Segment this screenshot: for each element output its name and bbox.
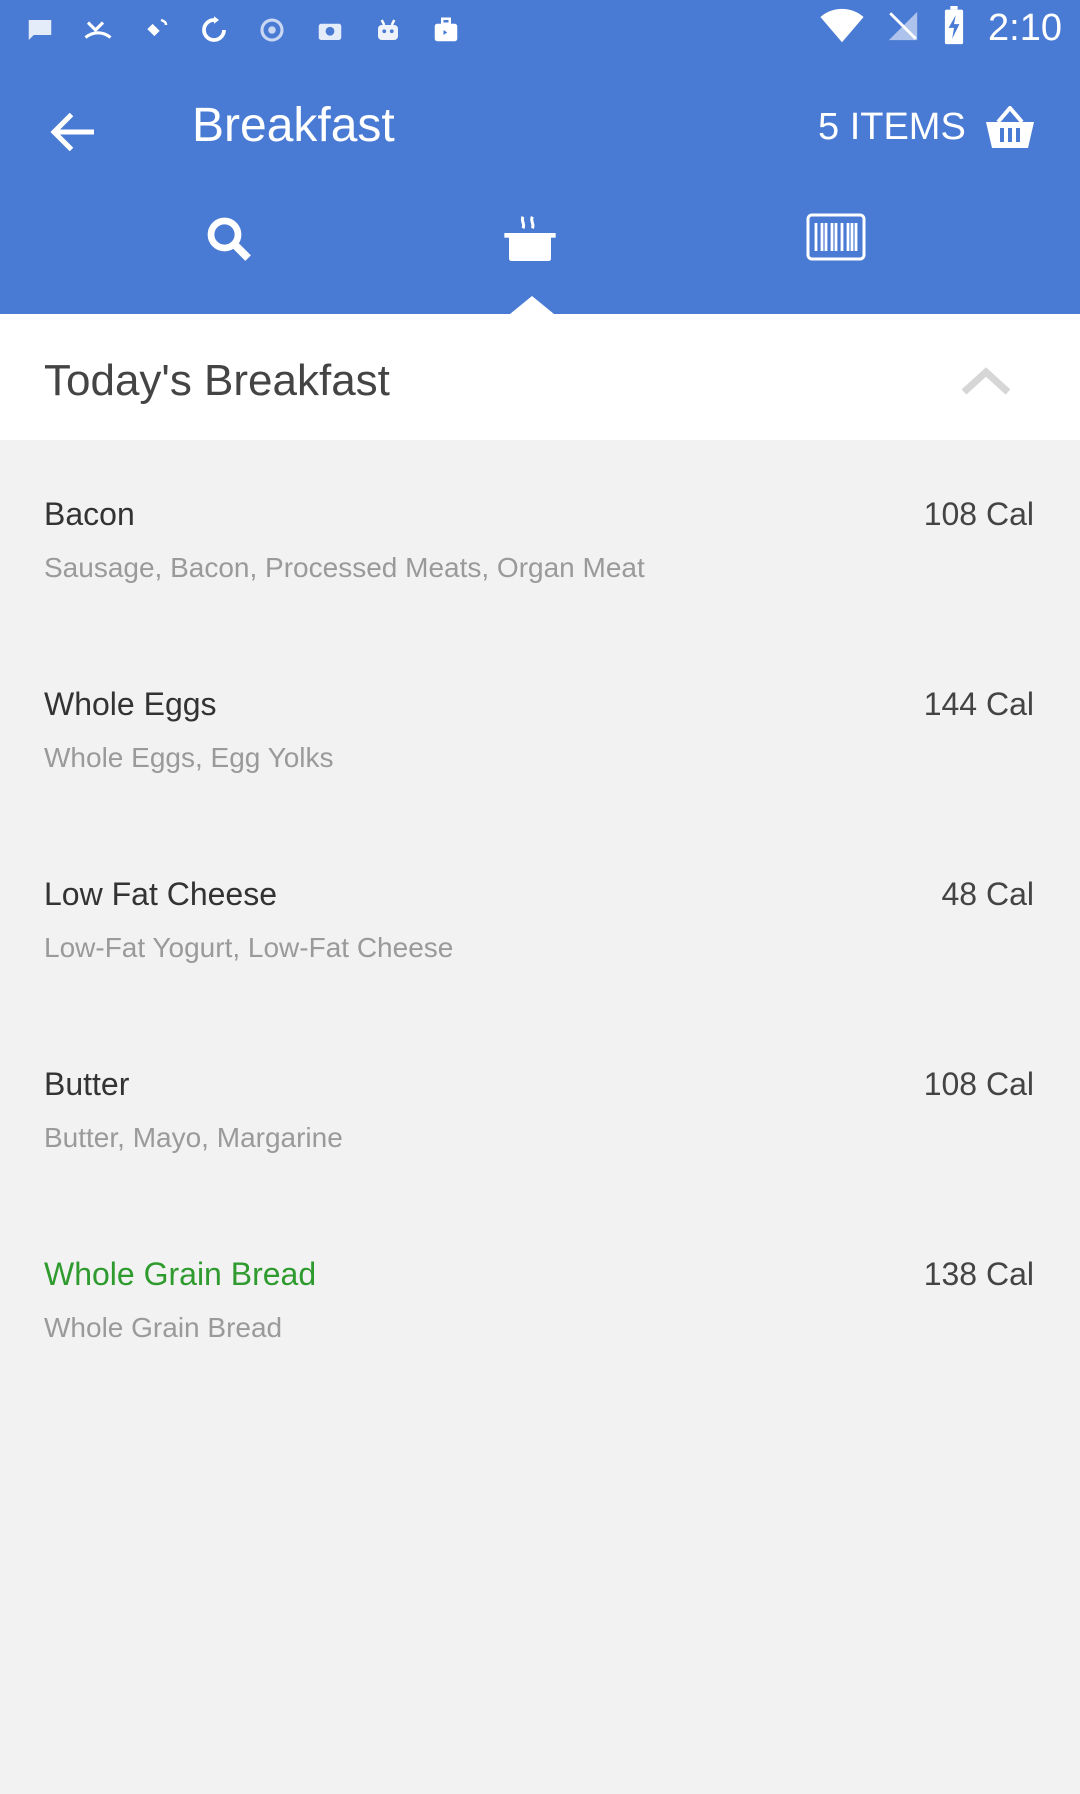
food-name: Whole Eggs [44,686,217,722]
list-item[interactable]: Whole Eggs Whole Eggs, Egg Yolks 144 Cal [0,686,1080,786]
system-icons: 2:10 [820,6,1062,50]
clock: 2:10 [988,6,1062,49]
camera-icon [310,10,350,50]
briefcase-icon [426,10,466,50]
items-count[interactable]: 5 ITEMS [818,106,966,149]
food-category: Whole Eggs, Egg Yolks [44,742,334,773]
basket-icon[interactable] [984,104,1036,150]
section-header[interactable]: Today's Breakfast [0,314,1080,440]
missed-call-icon [78,10,118,50]
food-calories: 144 Cal [923,686,1034,722]
food-name: Whole Grain Bread [44,1256,317,1292]
food-category: Low-Fat Yogurt, Low-Fat Cheese [44,932,454,963]
food-category: Butter, Mayo, Margarine [44,1122,343,1153]
food-calories: 138 Cal [923,1256,1034,1292]
active-tab-indicator [510,296,554,314]
list-item[interactable]: Whole Grain Bread Whole Grain Bread 138 … [0,1256,1080,1356]
barcode-icon[interactable] [806,212,866,266]
pot-icon[interactable] [502,212,562,266]
list-item[interactable]: Low Fat Cheese Low-Fat Yogurt, Low-Fat C… [0,876,1080,976]
sync-icon [194,10,234,50]
search-icon[interactable] [202,212,262,266]
status-bar: 2:10 [0,0,1080,62]
list-item[interactable]: Bacon Sausage, Bacon, Processed Meats, O… [0,496,1080,596]
back-arrow-icon[interactable] [44,102,104,162]
chevron-up-icon[interactable] [958,362,1014,398]
food-name: Bacon [44,496,135,532]
battery-charging-icon [942,6,966,50]
food-name: Low Fat Cheese [44,876,278,912]
notification-icons [20,10,466,50]
food-calories: 108 Cal [923,496,1034,532]
food-category: Sausage, Bacon, Processed Meats, Organ M… [44,552,645,583]
satellite-icon [136,10,176,50]
wifi-icon [820,8,864,48]
list-item[interactable]: Butter Butter, Mayo, Margarine 108 Cal [0,1066,1080,1166]
food-name: Butter [44,1066,130,1102]
message-icon [20,10,60,50]
food-category: Whole Grain Bread [44,1312,283,1343]
app-header: Breakfast 5 ITEMS [0,62,1080,314]
page-title: Breakfast [192,99,395,152]
no-signal-icon [886,9,920,47]
food-calories: 48 Cal [941,876,1035,912]
android-icon [368,10,408,50]
settings-icon [252,10,292,50]
section-title: Today's Breakfast [44,356,390,405]
food-calories: 108 Cal [923,1066,1034,1102]
